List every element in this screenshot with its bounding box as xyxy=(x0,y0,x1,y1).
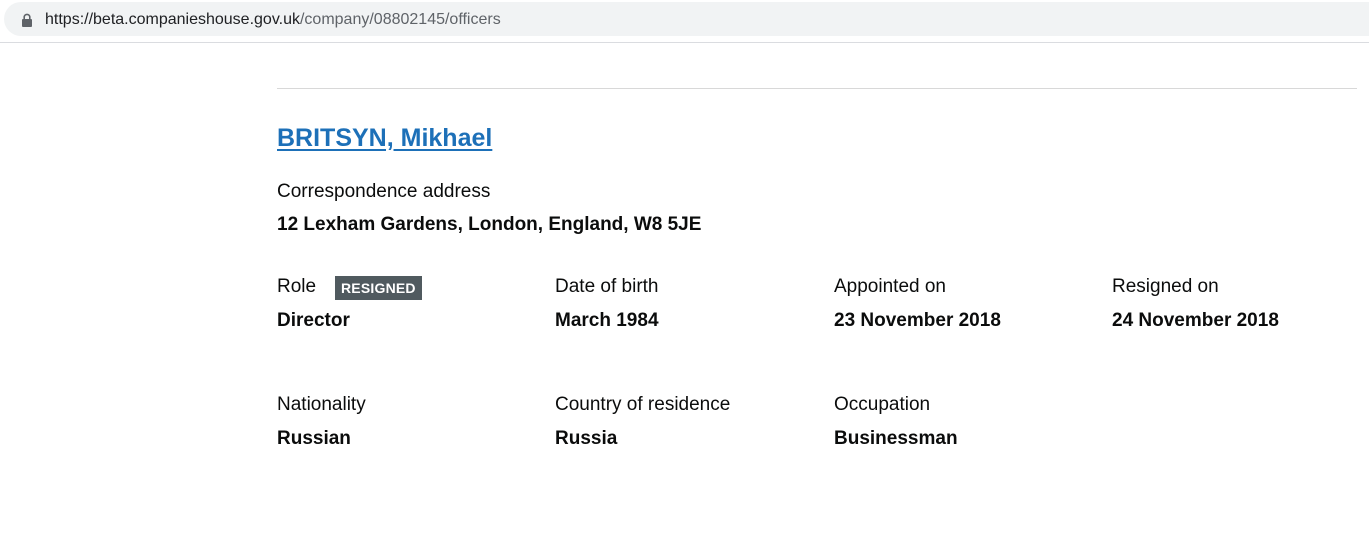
country-of-residence-label: Country of residence xyxy=(555,394,731,415)
officer-name-link[interactable]: BRITSYN, Mikhael xyxy=(277,124,492,153)
date-of-birth-label: Date of birth xyxy=(555,276,659,297)
url-host: https://beta.companieshouse.gov.uk xyxy=(45,11,300,28)
url-path: /company/08802145/officers xyxy=(299,11,501,28)
section-divider xyxy=(277,88,1357,89)
date-of-birth-value: March 1984 xyxy=(555,310,659,331)
resigned-on-label: Resigned on xyxy=(1112,276,1219,297)
resigned-on-value: 24 November 2018 xyxy=(1112,310,1279,331)
lock-icon xyxy=(22,13,32,27)
occupation-value: Businessman xyxy=(834,428,958,449)
nationality-label: Nationality xyxy=(277,394,366,415)
url-text[interactable]: https://beta.companieshouse.gov.uk/compa… xyxy=(45,10,501,30)
correspondence-address-label: Correspondence address xyxy=(277,181,491,202)
role-label: Role xyxy=(277,276,317,297)
toolbar-divider xyxy=(0,42,1369,43)
country-of-residence-value: Russia xyxy=(555,428,618,449)
appointed-on-value: 23 November 2018 xyxy=(834,310,1001,331)
nationality-value: Russian xyxy=(277,428,351,449)
appointed-on-label: Appointed on xyxy=(834,276,946,297)
correspondence-address-value: 12 Lexham Gardens, London, England, W8 5… xyxy=(277,214,702,235)
status-badge: RESIGNED xyxy=(335,276,422,300)
occupation-label: Occupation xyxy=(834,394,931,415)
role-value: Director xyxy=(277,310,350,331)
address-bar[interactable]: https://beta.companieshouse.gov.uk/compa… xyxy=(4,2,1369,36)
